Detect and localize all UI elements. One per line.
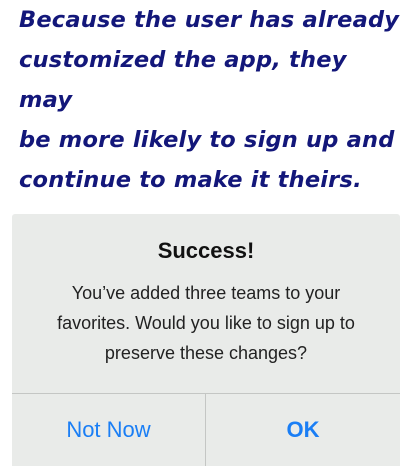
alert-message-line: You’ve added three teams to your bbox=[71, 283, 341, 303]
ok-button[interactable]: OK bbox=[206, 394, 400, 466]
not-now-button[interactable]: Not Now bbox=[12, 394, 205, 466]
alert-content: Success! You’ve added three teams to you… bbox=[12, 214, 400, 393]
alert-message: You’ve added three teams to your favorit… bbox=[26, 278, 386, 368]
annotation-line: Because the user has already bbox=[19, 7, 400, 33]
annotation-line: customized the app, they may bbox=[19, 47, 347, 113]
alert-message-line: preserve these changes? bbox=[104, 343, 308, 363]
annotation-note: Because the user has already customized … bbox=[19, 0, 404, 200]
alert-message-line: favorites. Would you like to sign up to bbox=[57, 313, 355, 333]
annotation-line: be more likely to sign up and bbox=[19, 127, 395, 153]
success-alert-dialog: Success! You’ve added three teams to you… bbox=[12, 214, 400, 466]
annotation-line: continue to make it theirs. bbox=[19, 167, 362, 193]
alert-title: Success! bbox=[157, 238, 255, 263]
